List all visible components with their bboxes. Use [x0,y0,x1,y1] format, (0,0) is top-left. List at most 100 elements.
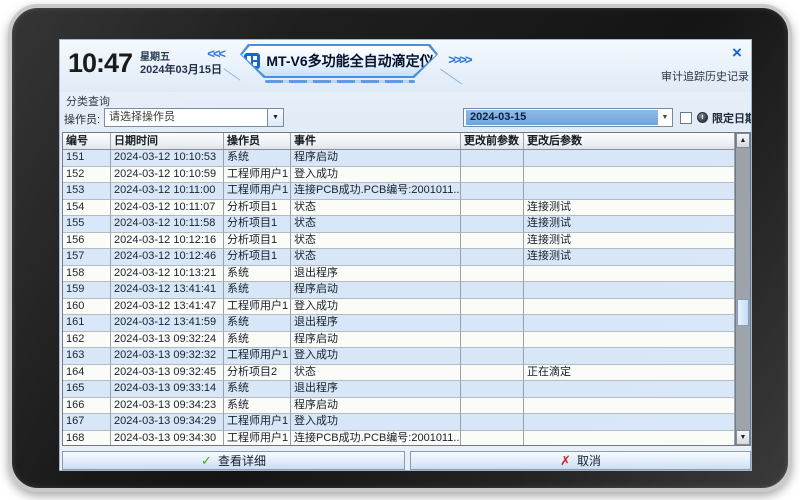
table-row[interactable]: 157 2024-03-12 10:12:46 分析项目1 状态 连接测试 [63,249,735,266]
table-row[interactable]: 164 2024-03-13 09:32:45 分析项目2 状态 正在滴定 [63,365,735,382]
header-bar: 10:47 星期五 2024年03月15日 <<< MT-V6多功能全自动滴定仪… [60,40,752,92]
cell-datetime: 2024-03-12 10:10:53 [111,150,224,167]
cell-datetime: 2024-03-12 10:12:46 [111,249,224,266]
cell-event: 登入成功 [291,414,461,431]
date-select-arrow-icon[interactable]: ▼ [658,114,672,121]
cell-before [461,348,524,365]
brand-logo-icon [244,53,260,69]
cell-before [461,365,524,382]
date-select-value: 2024-03-15 [466,110,658,125]
table-row[interactable]: 160 2024-03-12 13:41:47 工程师用户1 登入成功 [63,299,735,316]
cell-before [461,249,524,266]
operator-select-arrow-icon[interactable]: ▼ [267,109,283,126]
cell-before [461,332,524,349]
scrollbar-track[interactable] [736,148,750,430]
cell-id: 165 [63,381,111,398]
cell-event: 状态 [291,216,461,233]
cell-datetime: 2024-03-12 10:12:16 [111,233,224,250]
cancel-label: 取消 [577,452,601,469]
cell-before [461,183,524,200]
filter-row: 操作员: 请选择操作员 ▼ 2024-03-15 ▼ 限定日期 [60,108,752,128]
cell-datetime: 2024-03-13 09:32:32 [111,348,224,365]
cell-before [461,431,524,446]
decor-line-left [224,68,241,80]
cell-after: 连接测试 [524,249,735,266]
cell-event: 登入成功 [291,167,461,184]
cell-datetime: 2024-03-12 13:41:41 [111,282,224,299]
cell-datetime: 2024-03-13 09:32:45 [111,365,224,382]
table-row[interactable]: 165 2024-03-13 09:33:14 系统 退出程序 [63,381,735,398]
table-row[interactable]: 154 2024-03-12 10:11:07 分析项目1 状态 连接测试 [63,200,735,217]
cell-operator: 系统 [224,332,291,349]
table-row[interactable]: 161 2024-03-12 13:41:59 系统 退出程序 [63,315,735,332]
cell-before [461,381,524,398]
cell-before [461,282,524,299]
cell-operator: 系统 [224,398,291,415]
cell-operator: 工程师用户1 [224,299,291,316]
cell-datetime: 2024-03-12 13:41:59 [111,315,224,332]
section-label: 分类查询 [66,93,110,109]
chevrons-right-icon: >>>> [448,52,470,67]
table-row[interactable]: 155 2024-03-12 10:11:58 分析项目1 状态 连接测试 [63,216,735,233]
cell-datetime: 2024-03-13 09:32:24 [111,332,224,349]
table-row[interactable]: 163 2024-03-13 09:32:32 工程师用户1 登入成功 [63,348,735,365]
scroll-up-icon[interactable]: ▲ [736,133,750,148]
table-row[interactable]: 151 2024-03-12 10:10:53 系统 程序启动 [63,150,735,167]
cancel-button[interactable]: ✗ 取消 [410,451,751,470]
close-icon[interactable]: × [727,44,747,62]
view-detail-label: 查看详细 [218,452,266,469]
table-body: 151 2024-03-12 10:10:53 系统 程序启动 152 2024… [63,150,735,445]
cell-datetime: 2024-03-12 10:13:21 [111,266,224,283]
cell-operator: 系统 [224,381,291,398]
table-row[interactable]: 153 2024-03-12 10:11:00 工程师用户1 连接PCB成功.P… [63,183,735,200]
cell-before [461,167,524,184]
cell-operator: 工程师用户1 [224,183,291,200]
cell-operator: 系统 [224,266,291,283]
table-row[interactable]: 152 2024-03-12 10:10:59 工程师用户1 登入成功 [63,167,735,184]
col-header-id[interactable]: 编号 [63,133,111,149]
table-row[interactable]: 158 2024-03-12 10:13:21 系统 退出程序 [63,266,735,283]
cell-id: 166 [63,398,111,415]
operator-select[interactable]: 请选择操作员 ▼ [104,108,284,127]
clock-icon [697,112,708,123]
cell-after: 正在滴定 [524,365,735,382]
scrollbar-thumb[interactable] [737,299,749,326]
vertical-scrollbar[interactable]: ▲ ▼ [735,133,750,445]
col-header-before[interactable]: 更改前参数 [461,133,524,149]
date-select[interactable]: 2024-03-15 ▼ [463,108,673,127]
col-header-after[interactable]: 更改后参数 [524,133,735,149]
view-detail-button[interactable]: ✓ 查看详细 [62,451,405,470]
cell-before [461,299,524,316]
cell-after [524,381,735,398]
table-row[interactable]: 159 2024-03-12 13:41:41 系统 程序启动 [63,282,735,299]
cell-event: 连接PCB成功.PCB编号:2001011... [291,431,461,446]
col-header-operator[interactable]: 操作员 [224,133,291,149]
cell-datetime: 2024-03-12 13:41:47 [111,299,224,316]
col-header-event[interactable]: 事件 [291,133,461,149]
cell-after [524,332,735,349]
cell-operator: 分析项目1 [224,233,291,250]
cell-id: 162 [63,332,111,349]
cell-operator: 系统 [224,150,291,167]
cell-event: 状态 [291,233,461,250]
table-row[interactable]: 168 2024-03-13 09:34:30 工程师用户1 连接PCB成功.P… [63,431,735,446]
cell-event: 退出程序 [291,315,461,332]
cell-datetime: 2024-03-12 10:11:00 [111,183,224,200]
cell-event: 程序启动 [291,398,461,415]
cell-after: 连接测试 [524,200,735,217]
device-bezel: 10:47 星期五 2024年03月15日 <<< MT-V6多功能全自动滴定仪… [8,4,792,492]
cell-after: 连接测试 [524,233,735,250]
cross-icon: ✗ [560,453,571,469]
cell-id: 168 [63,431,111,446]
col-header-datetime[interactable]: 日期时间 [111,133,224,149]
cell-id: 158 [63,266,111,283]
limit-date-checkbox[interactable] [680,112,692,124]
scroll-down-icon[interactable]: ▼ [736,430,750,445]
table-row[interactable]: 156 2024-03-12 10:12:16 分析项目1 状态 连接测试 [63,233,735,250]
cell-event: 状态 [291,365,461,382]
table-row[interactable]: 167 2024-03-13 09:34:29 工程师用户1 登入成功 [63,414,735,431]
table-row[interactable]: 162 2024-03-13 09:32:24 系统 程序启动 [63,332,735,349]
table-row[interactable]: 166 2024-03-13 09:34:23 系统 程序启动 [63,398,735,415]
audit-table: 编号 日期时间 操作员 事件 更改前参数 更改后参数 151 2024-03-1… [62,132,751,446]
cell-id: 160 [63,299,111,316]
